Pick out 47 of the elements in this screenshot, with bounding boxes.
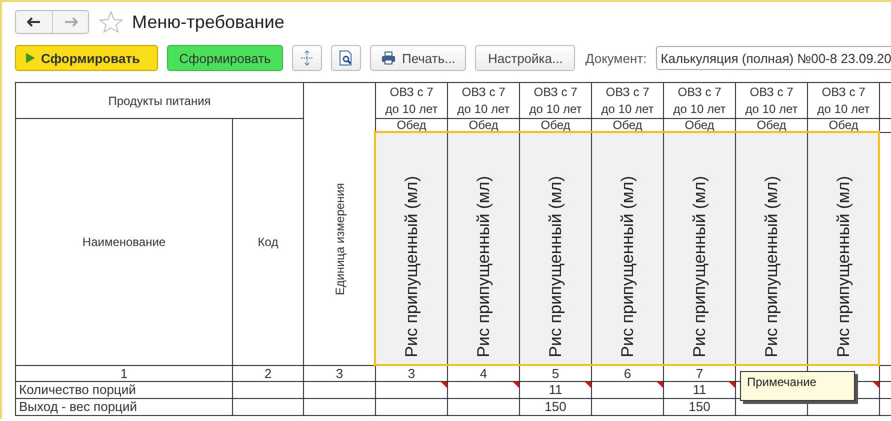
column-header: ОВЗ с 7 до 10 лет xyxy=(736,82,808,118)
crosshair-arrows-icon xyxy=(300,50,314,66)
column-header: Единица измерения xyxy=(332,182,346,296)
column-number: 3 xyxy=(304,366,376,382)
preview-button[interactable] xyxy=(331,45,361,71)
generate-button[interactable]: Сформировать xyxy=(15,45,158,71)
forward-arrow-icon xyxy=(64,17,78,27)
column-header: ОВЗ с 7 до 10 лет xyxy=(592,82,664,118)
column-number: 2 xyxy=(232,366,304,382)
star-icon[interactable] xyxy=(99,11,123,33)
column-number: 3 xyxy=(376,366,448,382)
dish-header: Рис припущенный (мл) xyxy=(690,174,710,359)
row-label: Выход - вес порций xyxy=(16,398,232,416)
table-cell: 150 xyxy=(520,398,592,416)
document-label: Документ: xyxy=(585,50,647,66)
column-number: 4 xyxy=(448,366,520,382)
document-field[interactable]: Калькуляция (полная) №00-8 23.09.20 xyxy=(656,46,891,70)
note-tooltip: Примечание xyxy=(740,371,855,401)
dish-header: Рис припущенный (мл) xyxy=(762,174,782,359)
page-magnifier-icon xyxy=(339,50,353,66)
column-header: ОВЗ с 7 до 10 лет xyxy=(808,82,880,118)
dish-header: Рис припущенный (мл) xyxy=(474,174,494,359)
column-number: 7 xyxy=(664,366,736,382)
column-header: Наименование xyxy=(16,118,232,366)
column-header: ОВЗ с 7 до 10 лет xyxy=(520,82,592,118)
move-button[interactable] xyxy=(292,45,322,71)
row-label: Количество порций xyxy=(16,382,232,398)
print-button[interactable]: Печать... xyxy=(370,45,466,71)
back-arrow-icon xyxy=(27,17,41,27)
column-header: ОВЗ с 7 до 10 лет xyxy=(376,82,448,118)
column-header: ОВЗ с 7 до 10 лет xyxy=(448,82,520,118)
dish-header: Рис припущенный (мл) xyxy=(618,174,638,359)
table-cell: 11 xyxy=(520,382,592,398)
column-header: ОВЗ с 7 до 10 лет xyxy=(664,82,736,118)
column-number: 1 xyxy=(16,366,232,382)
dish-header: Рис припущенный (мл) xyxy=(546,174,566,359)
window-title: Меню-требование xyxy=(132,12,284,32)
dish-header: Рис припущенный (мл) xyxy=(402,174,422,359)
generate-button[interactable]: Сформировать xyxy=(167,45,283,71)
column-header: Продукты питания xyxy=(16,82,304,118)
play-icon xyxy=(26,53,35,63)
column-number: 6 xyxy=(592,366,664,382)
printer-icon xyxy=(381,51,396,65)
settings-button[interactable]: Настройка... xyxy=(475,45,576,71)
column-number: 5 xyxy=(520,366,592,382)
dish-header: Рис припущенный (мл) xyxy=(834,174,854,359)
table-cell: 150 xyxy=(664,398,736,416)
